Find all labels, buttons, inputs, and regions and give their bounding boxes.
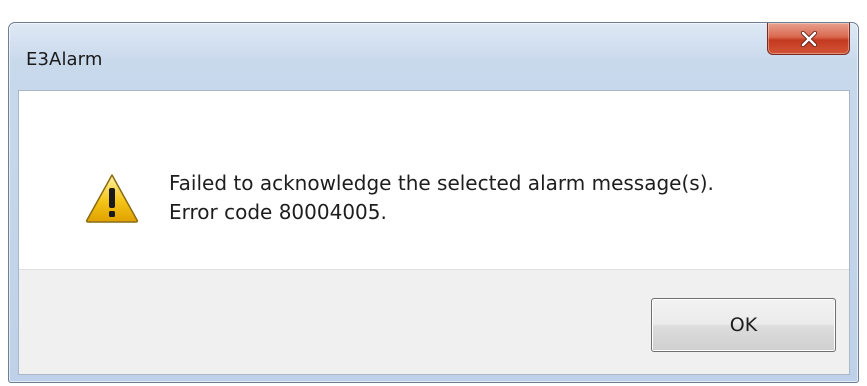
warning-icon <box>85 174 139 223</box>
dialog-window: E3Alarm Failed to acknowledge the select… <box>8 22 859 383</box>
dialog-client-area: Failed to acknowledge the selected alarm… <box>18 90 850 375</box>
close-icon <box>800 30 817 47</box>
close-button[interactable] <box>767 23 850 55</box>
message-area: Failed to acknowledge the selected alarm… <box>19 91 849 269</box>
ok-button[interactable]: OK <box>651 298 836 352</box>
button-area: OK <box>19 269 849 374</box>
window-title: E3Alarm <box>26 49 103 70</box>
message-line-1: Failed to acknowledge the selected alarm… <box>169 171 714 195</box>
message-line-2: Error code 80004005. <box>169 200 387 224</box>
title-bar[interactable]: E3Alarm <box>9 23 858 90</box>
message-text: Failed to acknowledge the selected alarm… <box>169 169 714 227</box>
